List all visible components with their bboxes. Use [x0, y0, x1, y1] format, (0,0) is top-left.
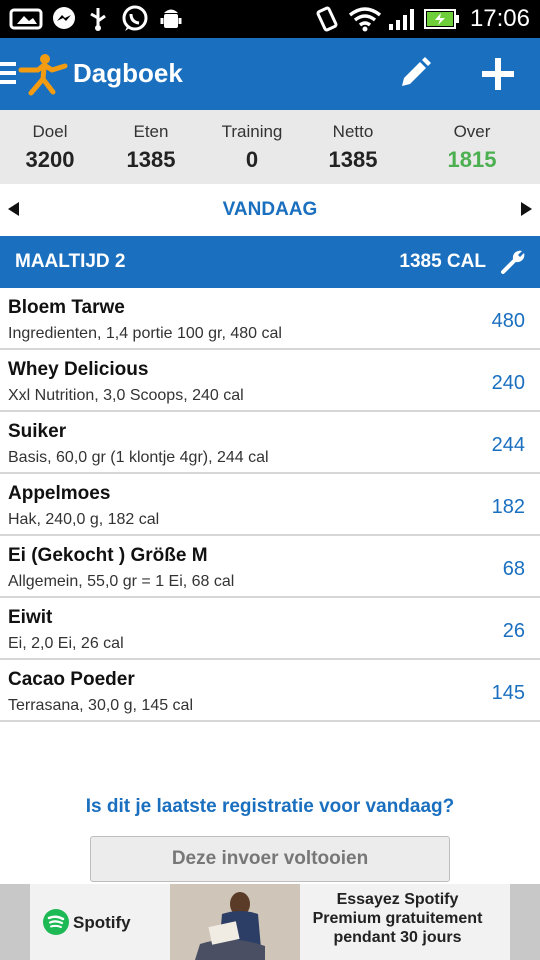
add-icon[interactable]: [478, 54, 518, 94]
summary-exercise: Training 0: [202, 110, 302, 184]
food-list: Bloem Tarwe Ingredienten, 1,4 portie 100…: [0, 288, 540, 722]
wifi-icon: [348, 7, 382, 32]
app-bar: Dagboek: [0, 38, 540, 110]
status-time: 17:06: [469, 5, 530, 32]
food-detail: Ingredienten, 1,4 portie 100 gr, 480 cal: [8, 325, 282, 342]
summary-food: Eten 1385: [101, 110, 201, 184]
food-entry[interactable]: Bloem Tarwe Ingredienten, 1,4 portie 100…: [0, 288, 540, 350]
next-day-icon[interactable]: [521, 202, 532, 216]
summary-label: Eten: [133, 122, 169, 141]
food-entry[interactable]: Cacao Poeder Terrasana, 30,0 g, 145 cal …: [0, 660, 540, 722]
food-name: Ei (Gekocht ) Größe M: [8, 545, 208, 566]
running-man-logo: [18, 54, 68, 96]
ad-text-line: pendant 30 jours: [333, 929, 462, 946]
food-name: Appelmoes: [8, 483, 111, 504]
ad-text: Essayez Spotify Premium gratuitement pen…: [285, 890, 510, 947]
pencil-icon[interactable]: [394, 54, 434, 94]
battery-charging-icon: [424, 7, 460, 31]
vibrate-icon: [313, 6, 341, 32]
spotify-logo: Spotify: [42, 907, 152, 937]
ad-text-line: Premium gratuitement: [312, 910, 483, 927]
food-calories: 480: [491, 310, 525, 332]
ad-text-line: Essayez Spotify: [336, 891, 459, 908]
food-detail: Basis, 60,0 gr (1 klontje 4gr), 244 cal: [8, 449, 269, 466]
calorie-summary: Doel 3200 Eten 1385 Training 0 Netto 138…: [0, 110, 540, 184]
food-detail: Terrasana, 30,0 g, 145 cal: [8, 697, 194, 714]
food-calories: 145: [491, 682, 525, 704]
food-calories: 240: [491, 372, 525, 394]
messenger-icon: [50, 7, 78, 31]
summary-label: Training: [221, 122, 283, 141]
photo-notification-icon: [8, 7, 44, 31]
current-date-label[interactable]: VANDAAG: [0, 199, 540, 221]
summary-value: 1815: [447, 147, 497, 172]
usb-icon: [86, 7, 110, 31]
food-entry[interactable]: Appelmoes Hak, 240,0 g, 182 cal 182: [0, 474, 540, 536]
summary-value: 1385: [126, 147, 176, 172]
summary-value: 1385: [328, 147, 378, 172]
food-name: Bloem Tarwe: [8, 297, 125, 318]
food-detail: Hak, 240,0 g, 182 cal: [8, 511, 160, 528]
food-entry[interactable]: Suiker Basis, 60,0 gr (1 klontje 4gr), 2…: [0, 412, 540, 474]
meal-calories: 1385 CAL: [399, 251, 486, 272]
meal-header[interactable]: MAALTIJD 2 1385 CAL: [0, 236, 540, 288]
food-entry[interactable]: Eiwit Ei, 2,0 Ei, 26 cal 26: [0, 598, 540, 660]
completion-question: Is dit je laatste registratie voor vanda…: [85, 796, 455, 817]
spotify-brand-text: Spotify: [73, 913, 131, 932]
ad-photo: [170, 884, 300, 960]
ad-banner[interactable]: Spotify Essayez Spotify Premium gratuite…: [30, 884, 510, 960]
food-name: Eiwit: [8, 607, 53, 628]
summary-remaining: Over 1815: [420, 110, 524, 184]
food-calories: 68: [502, 558, 525, 580]
summary-net: Netto 1385: [303, 110, 403, 184]
whatsapp-icon: [120, 5, 150, 31]
date-navigation: VANDAAG: [0, 184, 540, 236]
food-calories: 244: [491, 434, 525, 456]
food-calories: 182: [491, 496, 525, 518]
signal-icon: [388, 7, 418, 31]
food-calories: 26: [502, 620, 525, 642]
food-entry[interactable]: Ei (Gekocht ) Größe M Allgemein, 55,0 gr…: [0, 536, 540, 598]
summary-label: Netto: [332, 122, 374, 141]
food-name: Whey Delicious: [8, 359, 149, 380]
summary-goal: Doel 3200: [0, 110, 100, 184]
meal-name: MAALTIJD 2: [15, 251, 126, 272]
wrench-icon[interactable]: [500, 249, 526, 275]
food-entry[interactable]: Whey Delicious Xxl Nutrition, 3,0 Scoops…: [0, 350, 540, 412]
summary-label: Over: [453, 122, 491, 141]
status-bar: 17:06: [0, 0, 540, 38]
app-title: Dagboek: [73, 58, 183, 88]
summary-value: 0: [245, 147, 259, 172]
summary-value: 3200: [25, 147, 75, 172]
complete-entry-button[interactable]: Deze invoer voltooien: [90, 836, 450, 882]
food-detail: Allgemein, 55,0 gr = 1 Ei, 68 cal: [8, 573, 235, 590]
food-detail: Ei, 2,0 Ei, 26 cal: [8, 635, 124, 652]
android-debug-icon: [158, 7, 184, 31]
food-name: Suiker: [8, 421, 67, 442]
summary-label: Doel: [32, 122, 68, 141]
menu-icon[interactable]: [0, 62, 16, 86]
food-detail: Xxl Nutrition, 3,0 Scoops, 240 cal: [8, 387, 244, 404]
food-name: Cacao Poeder: [8, 669, 135, 690]
